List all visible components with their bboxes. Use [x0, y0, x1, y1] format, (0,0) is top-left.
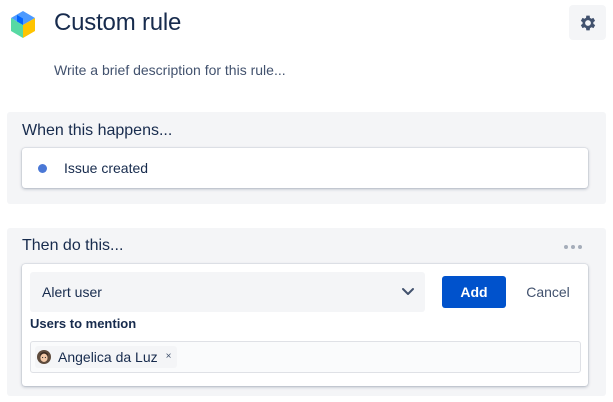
trigger-heading: When this happens... [22, 122, 173, 139]
rule-editor: Custom rule Write a brief description fo… [0, 0, 613, 402]
trigger-status-dot [38, 164, 47, 173]
remove-user-button[interactable]: × [166, 352, 172, 362]
action-heading: Then do this... [22, 237, 124, 254]
page-title: Custom rule [54, 9, 182, 36]
action-type-select[interactable]: Alert user [30, 272, 425, 312]
settings-button[interactable] [569, 5, 606, 40]
trigger-card[interactable]: Issue created [22, 148, 588, 188]
more-horizontal-icon[interactable] [561, 242, 585, 252]
trigger-label: Issue created [64, 160, 149, 176]
action-card: Alert user Add Cancel Users to mention A… [22, 264, 588, 386]
cancel-button[interactable]: Cancel [516, 276, 580, 308]
action-type-value: Alert user [42, 284, 102, 300]
automation-cube-icon [11, 11, 35, 38]
chevron-down-icon [402, 288, 414, 295]
action-panel: Then do this... Alert user Add Cancel Us… [7, 228, 606, 396]
users-to-mention-label: Users to mention [30, 316, 137, 331]
rule-description-field[interactable]: Write a brief description for this rule.… [54, 62, 286, 78]
user-tag: Angelica da Luz × [35, 346, 178, 368]
add-button[interactable]: Add [442, 276, 506, 308]
trigger-panel: When this happens... Issue created [7, 112, 606, 204]
gear-icon [580, 15, 595, 30]
user-tag-name: Angelica da Luz [58, 349, 158, 365]
avatar [37, 350, 51, 364]
users-to-mention-input[interactable]: Angelica da Luz × [30, 341, 581, 373]
